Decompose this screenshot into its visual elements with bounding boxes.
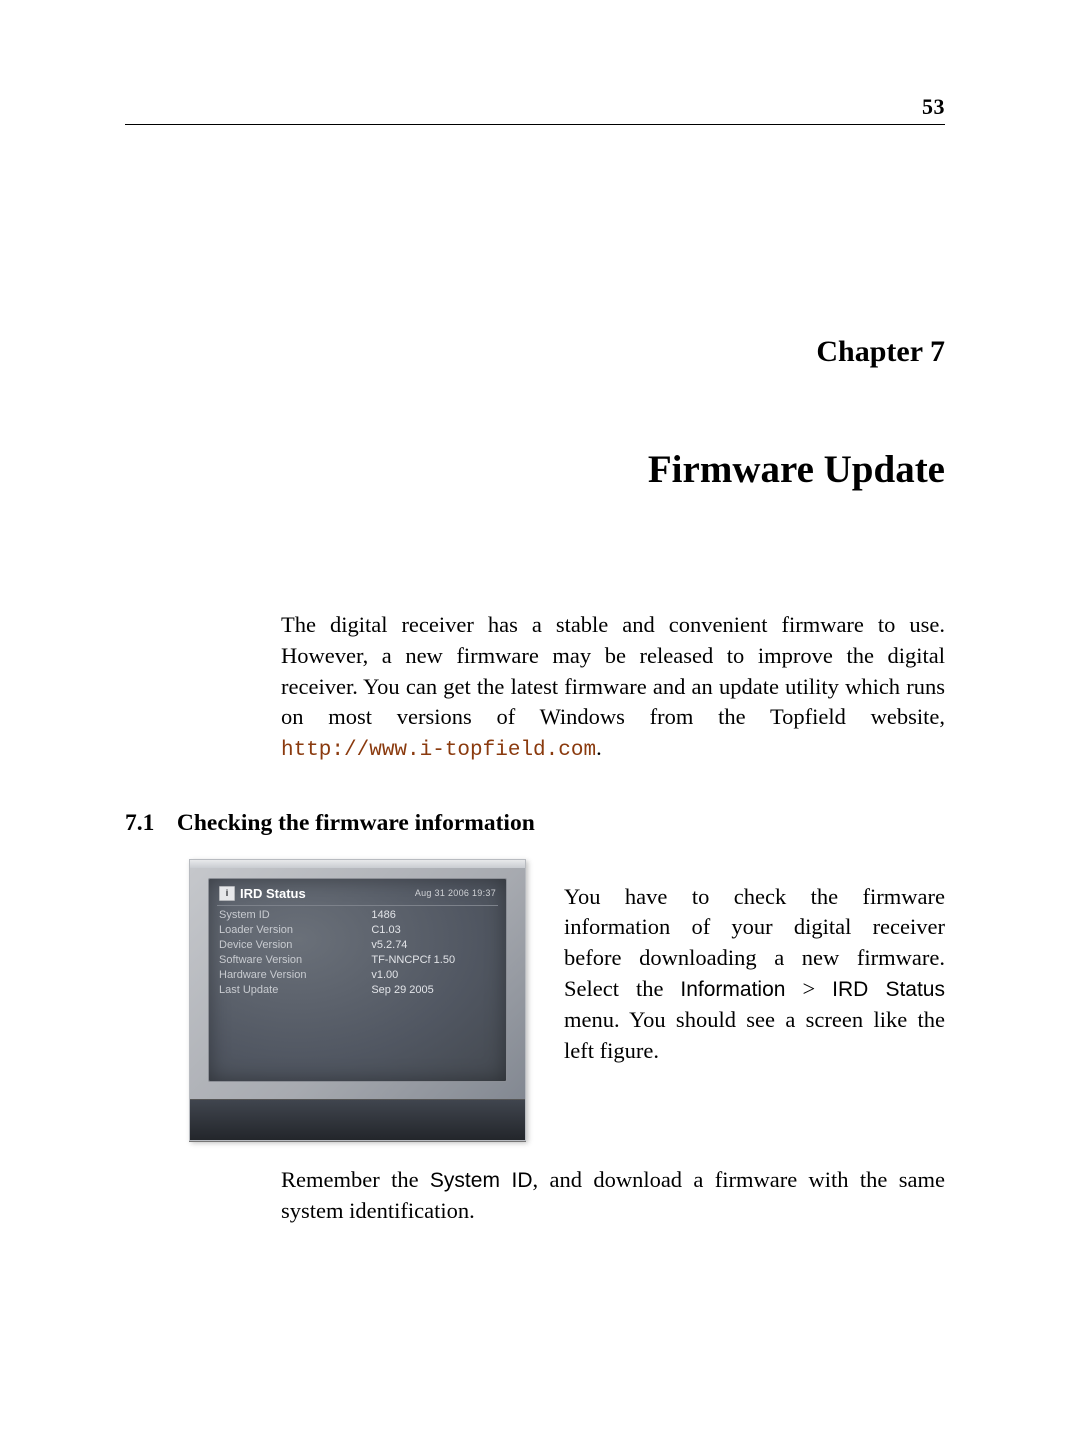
figure-timestamp: Aug 31 2006 19:37 xyxy=(415,888,496,898)
after-text-a: Remember the xyxy=(281,1167,430,1192)
section-heading: 7.1 Checking the firmware information xyxy=(125,810,945,837)
after-paragraph: Remember the System ID, and download a f… xyxy=(281,1165,945,1227)
figure-row: Hardware Versionv1.00 xyxy=(219,968,496,983)
section-number: 7.1 xyxy=(125,810,171,837)
gt-symbol: > xyxy=(802,976,815,1001)
intro-text-b: . xyxy=(596,735,602,760)
figure-rows: System ID1486 Loader VersionC1.03 Device… xyxy=(219,908,496,998)
chapter-title: Firmware Update xyxy=(125,447,945,492)
section-title: Checking the firmware information xyxy=(177,810,535,836)
right-text-b: menu. You should see a screen like the l… xyxy=(564,1007,945,1063)
page-header: 53 xyxy=(125,94,945,125)
chapter-label: Chapter 7 xyxy=(125,335,945,369)
figure-row: System ID1486 xyxy=(219,908,496,923)
figure-row: Software VersionTF-NNCPCf 1.50 xyxy=(219,953,496,968)
menu-ird-status: IRD Status xyxy=(832,978,945,1001)
info-icon: i xyxy=(219,886,235,901)
page-number: 53 xyxy=(922,94,945,119)
figure-row: Loader VersionC1.03 xyxy=(219,923,496,938)
figure-row: Device Versionv5.2.74 xyxy=(219,938,496,953)
intro-paragraph: The digital receiver has a stable and co… xyxy=(281,610,945,766)
intro-url: http://www.i-topfield.com xyxy=(281,739,596,762)
right-paragraph: You have to check the firmware informati… xyxy=(564,882,945,1067)
figure-ird-status: i IRD Status Aug 31 2006 19:37 System ID… xyxy=(189,859,539,1141)
menu-information: Information xyxy=(680,978,785,1001)
intro-text-a: The digital receiver has a stable and co… xyxy=(281,612,945,729)
system-id-label: System ID xyxy=(430,1169,533,1192)
figure-row: Last UpdateSep 29 2005 xyxy=(219,983,496,998)
figure-title: IRD Status xyxy=(240,886,306,901)
